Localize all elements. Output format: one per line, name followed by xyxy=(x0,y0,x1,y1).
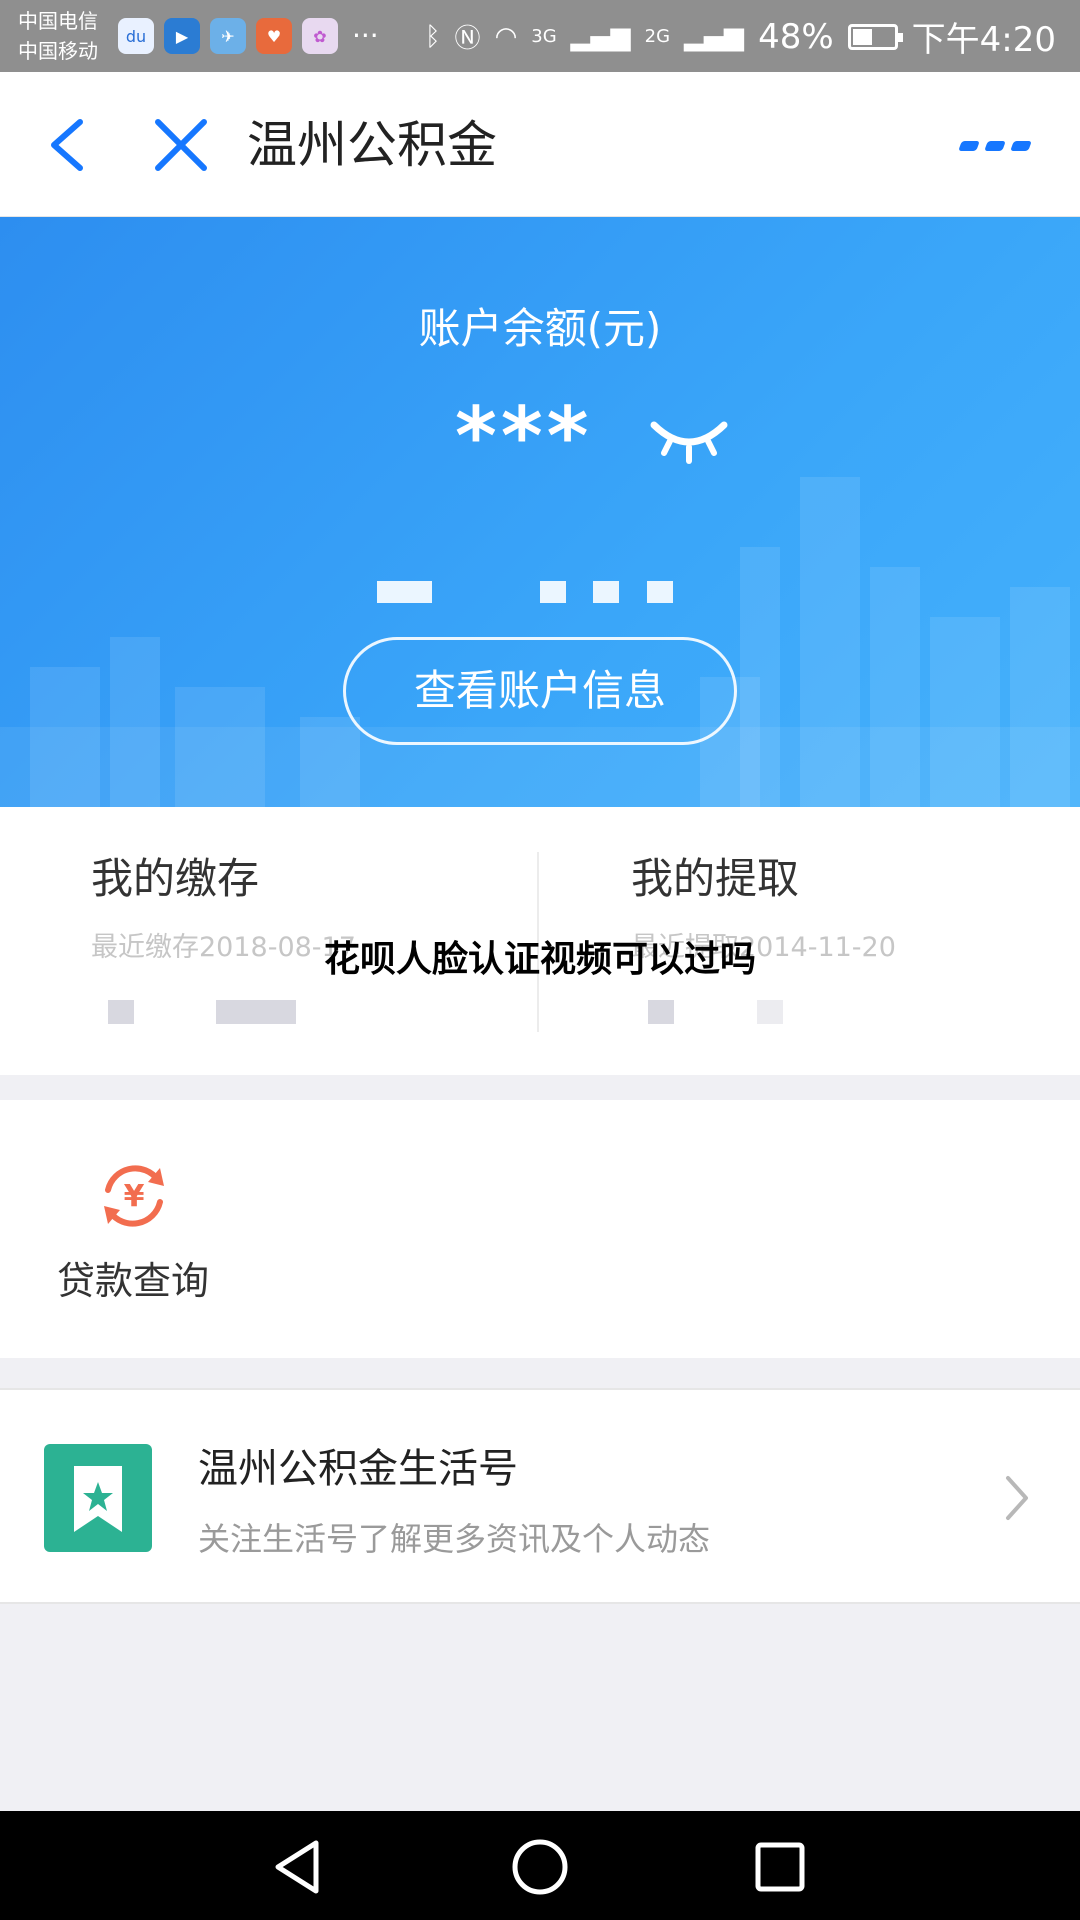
battery-percent: 48% xyxy=(758,16,834,57)
life-account-title: 温州公积金生活号 xyxy=(198,1446,518,1492)
video-app-icon: ▶ xyxy=(164,18,200,54)
obscured-block xyxy=(108,1000,134,1024)
network-2g-label: 2G xyxy=(644,26,671,47)
baidu-app-icon: du xyxy=(118,18,154,54)
obscured-block xyxy=(216,1000,296,1024)
more-dot xyxy=(958,141,980,151)
nav-home-icon[interactable] xyxy=(510,1837,570,1897)
carrier-info: 中国电信 中国移动 xyxy=(18,6,98,66)
gallery-app-icon: ✿ xyxy=(302,18,338,54)
wifi-icon: ◠ xyxy=(494,21,518,52)
life-account-description: 关注生活号了解更多资讯及个人动态 xyxy=(198,1520,711,1558)
bookmark-star-icon xyxy=(44,1444,152,1552)
obscured-block xyxy=(648,1000,674,1024)
navigation-bar: 温州公积金 xyxy=(0,72,1080,217)
more-dot xyxy=(984,141,1006,151)
heart-app-icon: ♥ xyxy=(256,18,292,54)
chevron-right-icon xyxy=(1006,1476,1028,1520)
network-3g-label: 3G xyxy=(531,26,557,47)
obscured-block xyxy=(647,581,673,603)
system-indicators: ᛒ Ⓝ ◠ 3G ▂▄▆ 2G ▂▄▆ 48% 下午4:20 xyxy=(425,12,1056,61)
close-icon[interactable] xyxy=(150,114,212,176)
balance-label: 账户余额(元) xyxy=(418,304,662,353)
more-menu-icon[interactable] xyxy=(958,134,1032,158)
yuan-refresh-icon[interactable]: ¥ xyxy=(96,1158,172,1234)
balance-card: 账户余额(元) *** 查看账户信息 xyxy=(0,217,1080,807)
services-grid: ¥ 贷款查询 xyxy=(0,1100,1080,1358)
signal-icon-1: ▂▄▆ xyxy=(570,21,631,52)
battery-icon xyxy=(847,23,903,50)
battery-fill xyxy=(852,28,872,45)
carrier-1: 中国电信 xyxy=(18,9,98,33)
back-arrow-icon[interactable] xyxy=(40,112,100,178)
clock: 下午4:20 xyxy=(911,20,1056,60)
obscured-block xyxy=(757,1000,783,1024)
signal-icon-2: ▂▄▆ xyxy=(684,21,745,52)
nav-recents-icon[interactable] xyxy=(750,1837,810,1897)
obscured-info xyxy=(355,567,685,607)
carrier-2: 中国移动 xyxy=(18,39,98,63)
nfc-icon: Ⓝ xyxy=(454,24,481,54)
more-dot xyxy=(1010,141,1032,151)
bluetooth-icon: ᛒ xyxy=(424,21,441,52)
obscured-block xyxy=(593,581,619,603)
eye-closed-icon[interactable] xyxy=(648,415,730,465)
svg-text:¥: ¥ xyxy=(124,1179,145,1214)
nav-back-icon[interactable] xyxy=(268,1837,328,1897)
page-title: 温州公积金 xyxy=(247,116,497,174)
overlay-caption: 花呗人脸认证视频可以过吗 xyxy=(323,939,756,980)
status-bar: 中国电信 中国移动 du ▶ ✈ ♥ ✿ ··· ᛒ Ⓝ ◠ 3G ▂▄▆ 2G… xyxy=(0,0,1080,72)
system-navigation-bar xyxy=(0,1811,1080,1920)
life-account-card[interactable]: 温州公积金生活号 关注生活号了解更多资讯及个人动态 xyxy=(0,1388,1080,1604)
obscured-block xyxy=(540,581,566,603)
notification-icons: du ▶ ✈ ♥ ✿ ··· xyxy=(118,18,379,54)
telegram-app-icon: ✈ xyxy=(210,18,246,54)
my-withdraw-title[interactable]: 我的提取 xyxy=(631,845,799,906)
more-notifications-icon: ··· xyxy=(352,19,379,52)
loan-query-label[interactable]: 贷款查询 xyxy=(57,1250,209,1305)
masked-balance: *** xyxy=(455,390,593,483)
view-account-info-button[interactable]: 查看账户信息 xyxy=(343,637,737,745)
obscured-block xyxy=(377,581,432,603)
my-deposit-title[interactable]: 我的缴存 xyxy=(91,845,259,906)
